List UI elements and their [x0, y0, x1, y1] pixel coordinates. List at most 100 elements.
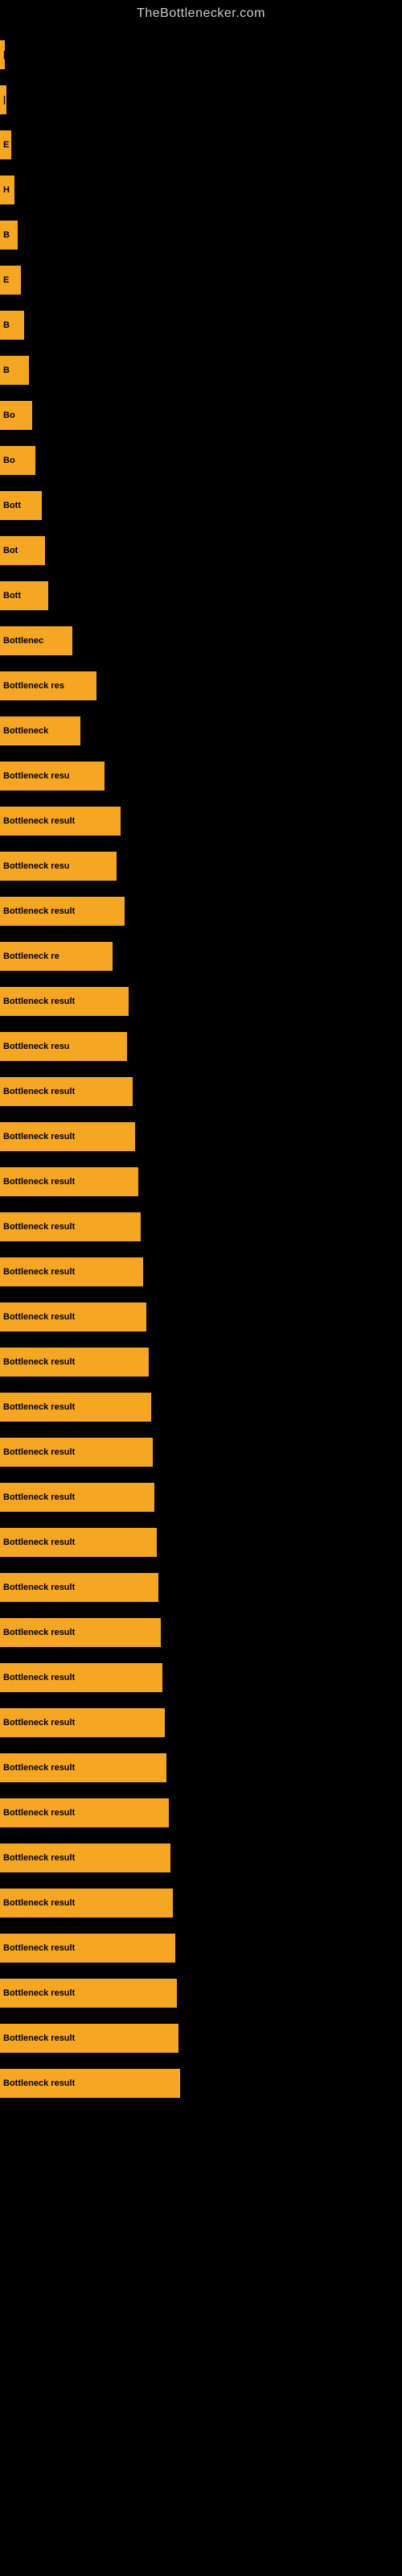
bar-label: Bottleneck result [3, 1853, 75, 1863]
bar-row: Bottleneck result [0, 1835, 402, 1880]
bar-row: Bottleneck result [0, 1610, 402, 1655]
bar-label: Bottleneck result [3, 1267, 75, 1277]
bar: Bottleneck result [0, 1393, 151, 1422]
bar-row: Bottleneck result [0, 1385, 402, 1430]
bar-label: Bottleneck result [3, 1583, 75, 1592]
bar-label: Bottleneck result [3, 1357, 75, 1367]
bar-label: Bottleneck result [3, 1898, 75, 1908]
bar-row: Bottleneck result [0, 799, 402, 844]
bar-label: Bott [3, 501, 21, 510]
bar: Bottleneck result [0, 1979, 177, 2008]
bar: Bottleneck result [0, 1753, 166, 1782]
bar-row: Bottleneck res [0, 663, 402, 708]
bar-label: Bottleneck resu [3, 861, 70, 871]
bar-label: Bottleneck result [3, 1222, 75, 1232]
bar: Bottleneck result [0, 1618, 161, 1647]
bar-label: Bottleneck res [3, 681, 64, 691]
bar: Bottleneck resu [0, 762, 105, 791]
bar: Bottleneck result [0, 1257, 143, 1286]
bar: Bottleneck result [0, 1708, 165, 1737]
bar-row: B [0, 348, 402, 393]
bar: Bottleneck re [0, 942, 113, 971]
bar-row: Bottleneck result [0, 1880, 402, 1926]
bar: Bottleneck result [0, 1798, 169, 1827]
bar-row: E [0, 122, 402, 167]
bar-row: B [0, 303, 402, 348]
bar: Bottleneck result [0, 2024, 178, 2053]
bar-row: Bottleneck result [0, 1249, 402, 1294]
bar: H [0, 175, 14, 204]
bar-row: Bottleneck result [0, 1204, 402, 1249]
bar-label: Bottleneck result [3, 2079, 75, 2088]
bar: Bottleneck result [0, 1077, 133, 1106]
bar: Bo [0, 446, 35, 475]
bar: Bottleneck result [0, 897, 125, 926]
bar: E [0, 130, 11, 159]
bar-label: Bottleneck result [3, 1943, 75, 1953]
bar: Bot [0, 536, 45, 565]
bars-container: ||EHBEBBBoBoBottBotBottBottlenecBottlene… [0, 24, 402, 2106]
bar-label: Bottleneck result [3, 1132, 75, 1141]
bar: Bottleneck resu [0, 852, 117, 881]
bar-label: Bottleneck result [3, 906, 75, 916]
bar-row: Bot [0, 528, 402, 573]
bar: Bottleneck result [0, 2069, 180, 2098]
bar: Bottleneck res [0, 671, 96, 700]
bar: Bottleneck result [0, 1122, 135, 1151]
bar-row: Bottleneck result [0, 1430, 402, 1475]
bar-row: Bottleneck result [0, 889, 402, 934]
bar-row: Bottleneck result [0, 2016, 402, 2061]
bar-label: Bottleneck result [3, 1087, 75, 1096]
bar: B [0, 221, 18, 250]
bar: Bottleneck result [0, 987, 129, 1016]
bar-label: B [3, 230, 10, 240]
bar: Bottleneck result [0, 1573, 158, 1602]
bar: B [0, 311, 24, 340]
bar-label: Bottleneck [3, 726, 48, 736]
bar-label: Bottleneck result [3, 1763, 75, 1773]
bar-label: Bottleneck result [3, 1402, 75, 1412]
bar-row: Bottleneck result [0, 1069, 402, 1114]
bar-row: Bottleneck result [0, 1340, 402, 1385]
bar-label: Bo [3, 411, 15, 420]
bar-label: Bottleneck result [3, 2033, 75, 2043]
bar: Bottleneck result [0, 1934, 175, 1963]
bar-label: B [3, 320, 10, 330]
bar-row: Bottleneck result [0, 1520, 402, 1565]
bar-row: Bott [0, 573, 402, 618]
bar: Bottleneck result [0, 1843, 170, 1872]
bar-label: E [3, 275, 9, 285]
bar-row: | [0, 77, 402, 122]
bar-row: Bottleneck result [0, 1971, 402, 2016]
bar-row: Bo [0, 393, 402, 438]
bar: Bottleneck result [0, 1167, 138, 1196]
bar-label: E [3, 140, 9, 150]
bar: Bottleneck result [0, 807, 121, 836]
bar-row: Bottlenec [0, 618, 402, 663]
bar-label: B [3, 365, 10, 375]
bar: Bottleneck result [0, 1528, 157, 1557]
bar: Bottleneck [0, 716, 80, 745]
bar-row: Bottleneck resu [0, 1024, 402, 1069]
bar-label: Bott [3, 591, 21, 601]
bar-row: Bottleneck result [0, 1655, 402, 1700]
bar: | [0, 85, 6, 114]
bar-row: Bottleneck result [0, 1159, 402, 1204]
bar-row: H [0, 167, 402, 213]
bar-row: Bottleneck re [0, 934, 402, 979]
bar-label: Bottleneck result [3, 1673, 75, 1682]
bar-row: Bottleneck resu [0, 844, 402, 889]
bar: E [0, 266, 21, 295]
bar: Bottleneck result [0, 1663, 162, 1692]
bar-row: B [0, 213, 402, 258]
bar-label: Bottleneck result [3, 1177, 75, 1187]
bar: Bottleneck result [0, 1212, 141, 1241]
site-title: TheBottlenecker.com [0, 0, 402, 24]
bar-row: Bottleneck result [0, 1700, 402, 1745]
bar-row: Bottleneck result [0, 1926, 402, 1971]
bar-label: Bot [3, 546, 18, 555]
bar: Bo [0, 401, 32, 430]
bar-row: Bottleneck result [0, 1114, 402, 1159]
bar-row: Bottleneck result [0, 2061, 402, 2106]
bar: Bottlenec [0, 626, 72, 655]
